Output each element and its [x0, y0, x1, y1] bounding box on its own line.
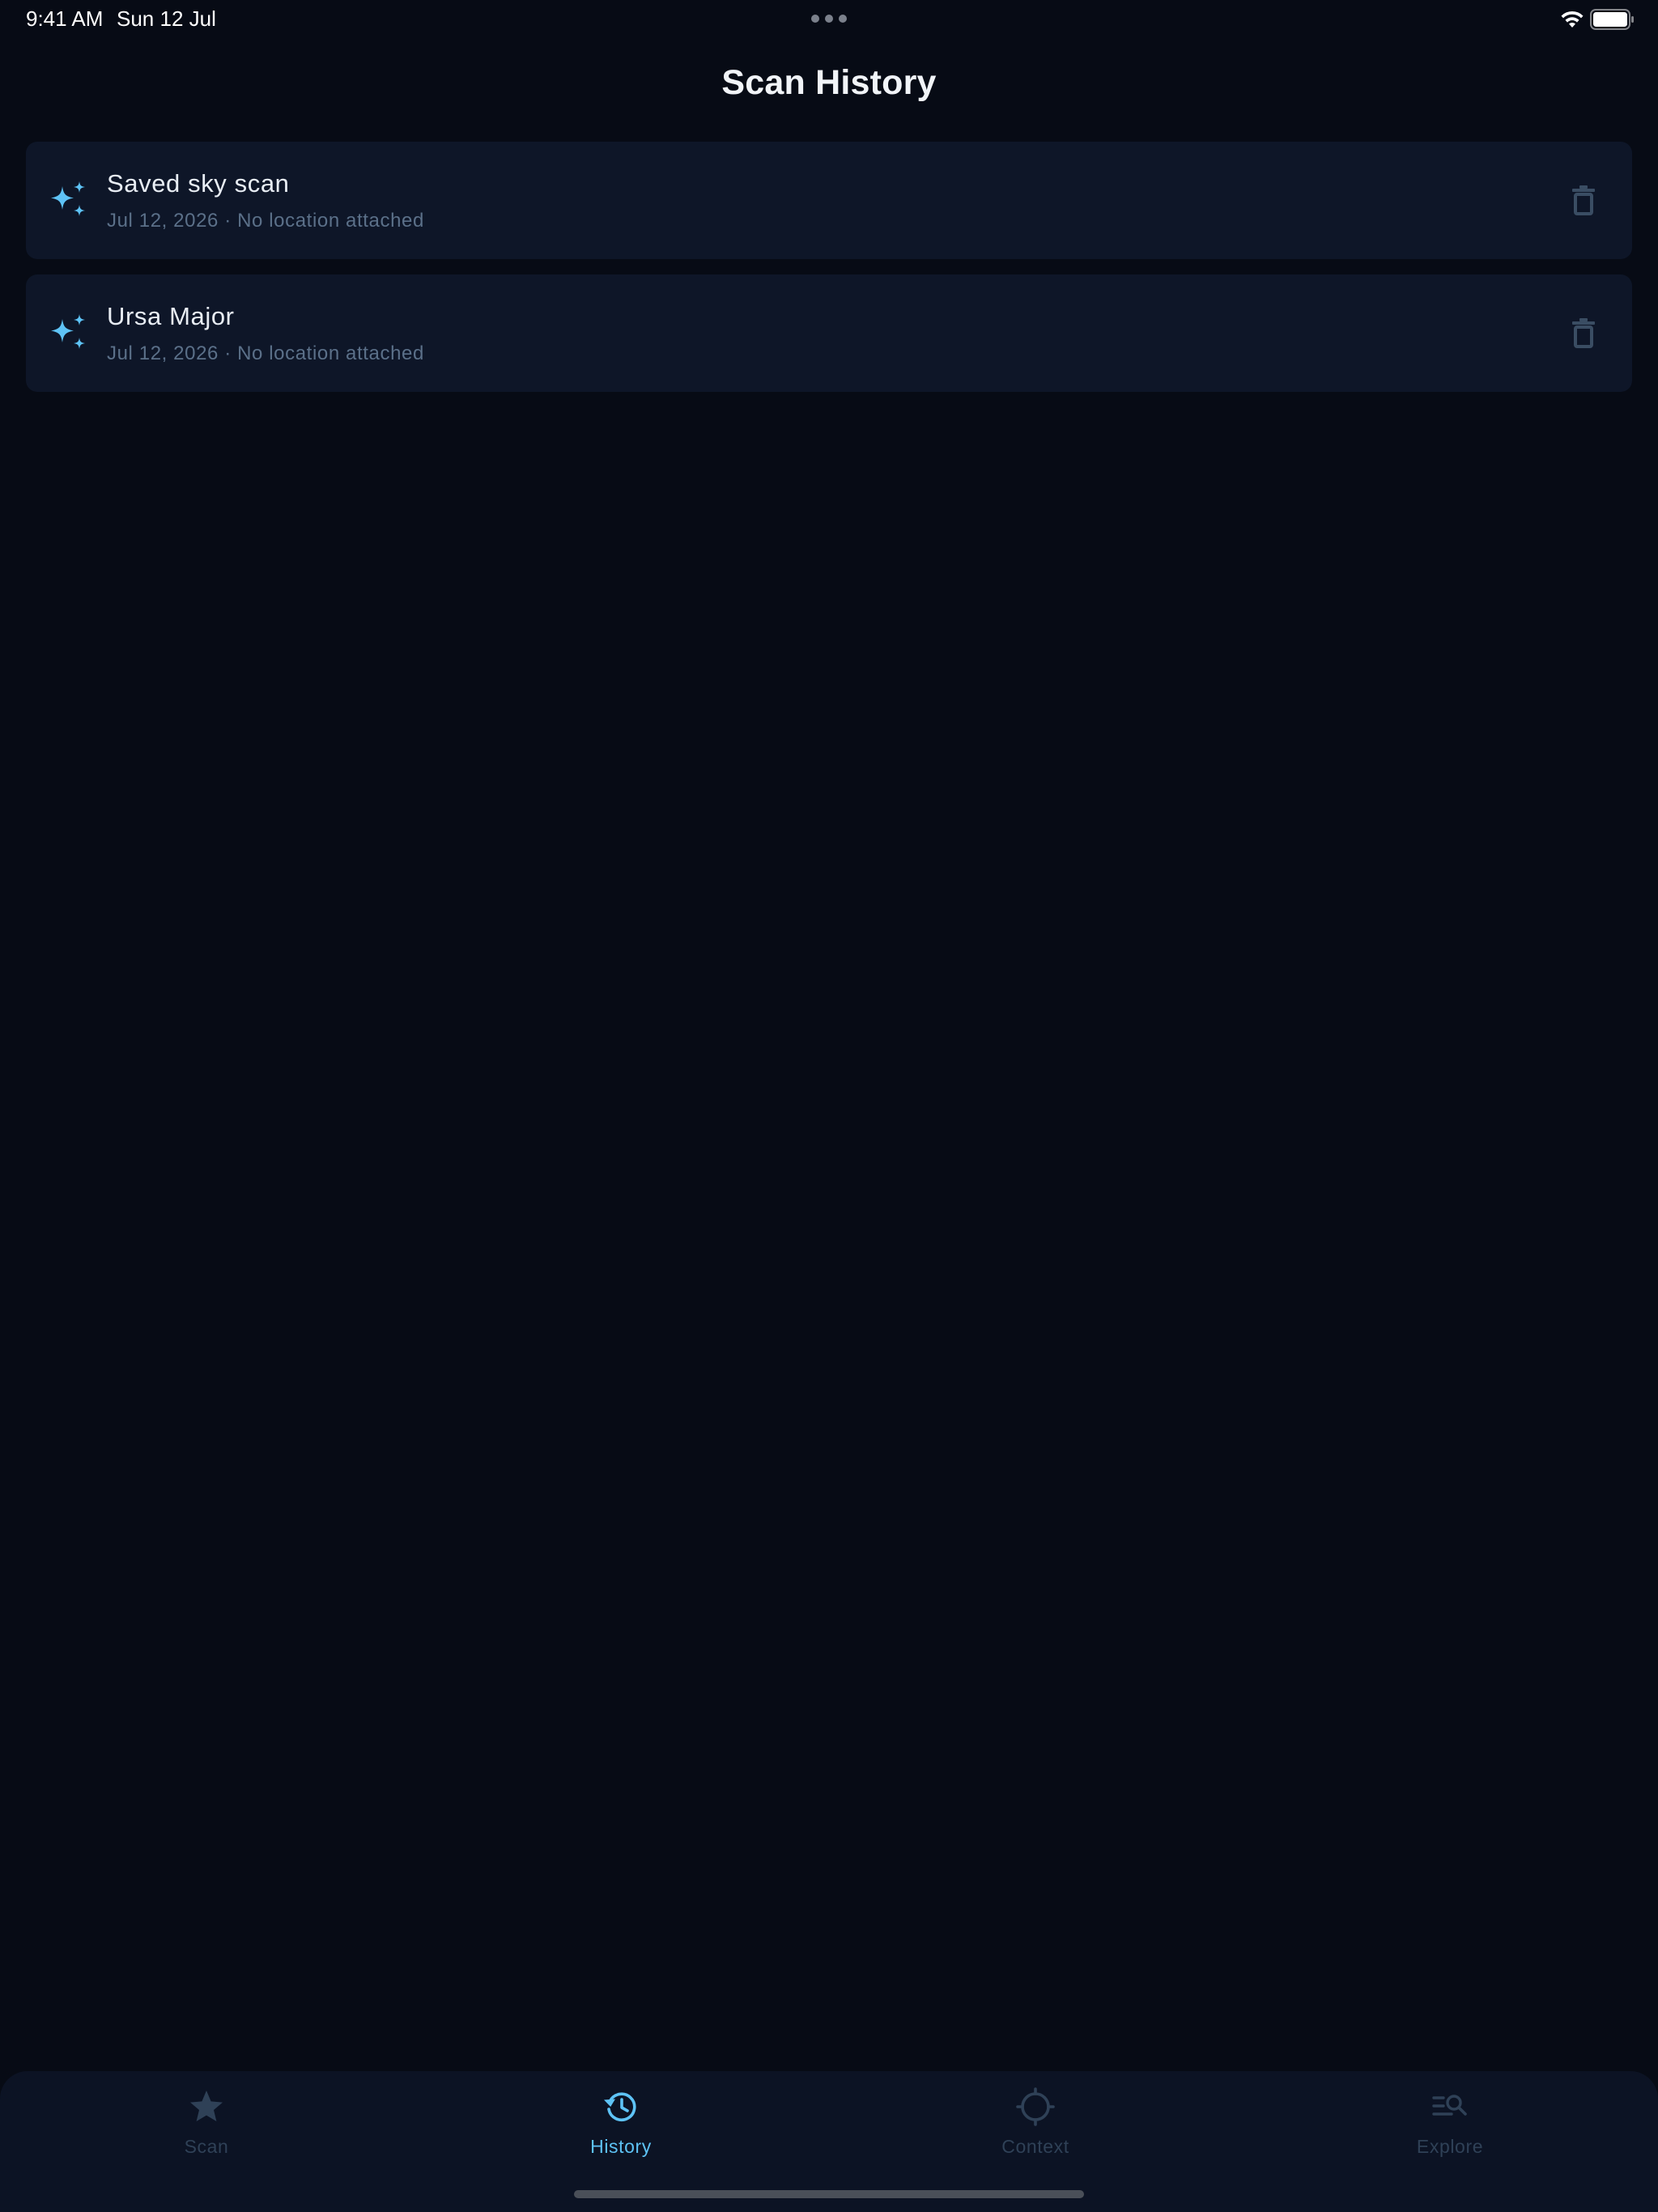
history-icon: [604, 2092, 636, 2122]
multitasking-dots-icon[interactable]: [811, 15, 847, 23]
home-indicator[interactable]: [574, 2190, 1084, 2198]
tab-label: Scan: [184, 2136, 229, 2157]
status-date: Sun 12 Jul: [117, 6, 216, 31]
history-item[interactable]: Saved sky scan Jul 12, 2026 · No locatio…: [26, 142, 1632, 259]
wifi-icon: [1561, 11, 1584, 28]
search-list-icon: [1432, 2095, 1467, 2116]
tab-label: Explore: [1416, 2136, 1484, 2157]
battery-icon: [1590, 9, 1634, 30]
history-item-title: Ursa Major: [107, 302, 235, 330]
delete-button[interactable]: [1559, 308, 1608, 357]
crosshair-icon: [1016, 2087, 1055, 2126]
sparkles-icon: [51, 181, 85, 216]
trash-icon: [1572, 318, 1595, 348]
tab-scan[interactable]: Scan: [125, 2087, 287, 2168]
tab-explore[interactable]: Explore: [1369, 2087, 1531, 2168]
tab-label: History: [590, 2136, 652, 2157]
trash-icon: [1572, 185, 1595, 215]
history-item[interactable]: Ursa Major Jul 12, 2026 · No location at…: [26, 274, 1632, 392]
status-time: 9:41 AM: [26, 6, 104, 31]
history-item-title: Saved sky scan: [107, 169, 290, 198]
delete-button[interactable]: [1559, 176, 1608, 224]
screen: 9:41 AM Sun 12 Jul Scan History Saved sk…: [0, 0, 1658, 2212]
history-list: Saved sky scan Jul 12, 2026 · No locatio…: [26, 142, 1632, 407]
star-icon: [190, 2091, 223, 2121]
tab-context[interactable]: Context: [954, 2087, 1116, 2168]
sparkles-icon: [51, 314, 85, 349]
page-title: Scan History: [721, 63, 937, 102]
tab-history[interactable]: History: [540, 2087, 702, 2168]
status-bar: 9:41 AM Sun 12 Jul: [0, 0, 1658, 39]
tab-label: Context: [1001, 2136, 1069, 2157]
history-item-subtitle: Jul 12, 2026 · No location attached: [107, 342, 424, 364]
history-item-subtitle: Jul 12, 2026 · No location attached: [107, 210, 424, 232]
